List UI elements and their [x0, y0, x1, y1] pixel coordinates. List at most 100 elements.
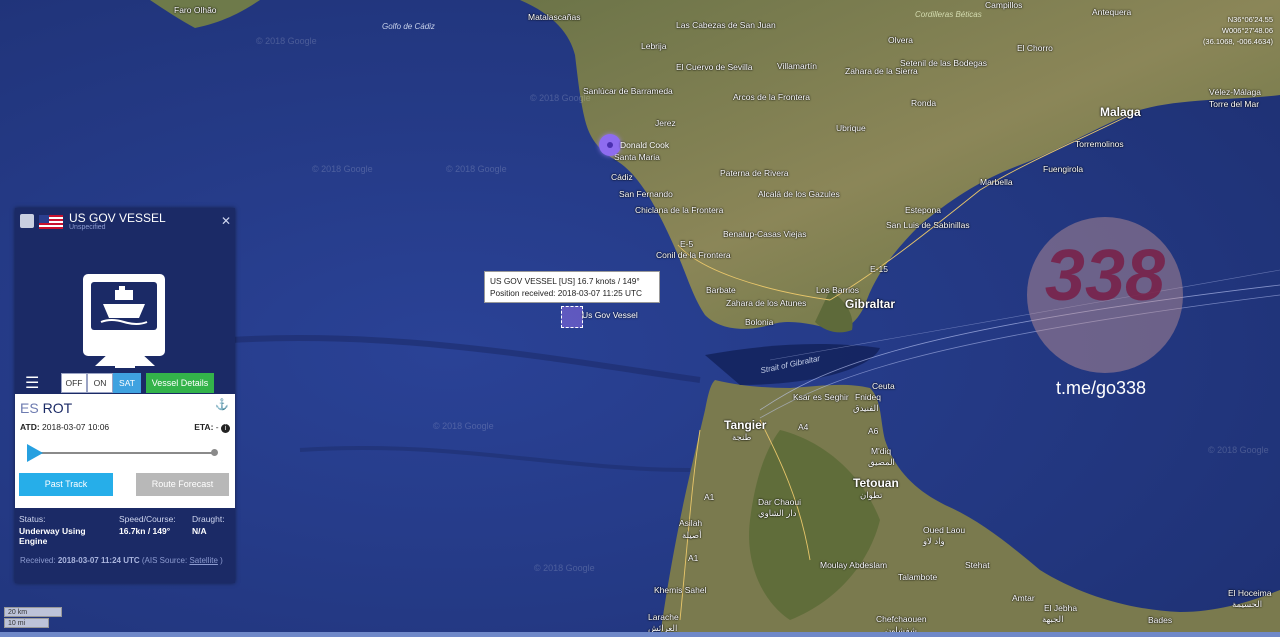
ais-sat-button[interactable]: SAT — [113, 373, 141, 393]
map-label-setenil: Setenil de las Bodegas — [900, 58, 987, 68]
destination-country: ES — [20, 400, 39, 416]
vessel-marker-selected[interactable] — [561, 306, 583, 328]
watermark-channel: t.me/go338 — [1056, 378, 1147, 398]
anchor-question-icon[interactable]: ⚓ — [215, 398, 229, 411]
watermark-number: 338 — [1044, 236, 1166, 316]
coord-lat: N36°06'24.55 — [1227, 15, 1273, 24]
info-icon[interactable]: i — [221, 424, 230, 433]
vessel-label-selected[interactable]: Us Gov Vessel — [582, 310, 638, 320]
map-label-matalascanas: Matalascañas — [528, 12, 581, 22]
vessel-type: Unspecified — [69, 224, 106, 231]
voyage-progress-bar — [27, 444, 218, 462]
google-watermark: © 2018 Google — [530, 93, 591, 103]
received-value: 2018-03-07 11:24 UTC — [57, 556, 140, 565]
speed-stat: Speed/Course: 16.7kn / 149° — [119, 514, 191, 536]
draught-label: Draught: — [192, 514, 225, 524]
ais-source-prefix: (AIS Source: — [141, 556, 188, 565]
map-label-benalup: Benalup-Casas Viejas — [723, 229, 807, 239]
map-label-talambote: Talambote — [898, 572, 938, 582]
atd-label: ATD: — [20, 422, 40, 432]
map-label-ubrique: Ubrique — [836, 123, 866, 133]
map-label-eljebha-ar: الجبهة — [1042, 614, 1064, 624]
ais-off-button[interactable]: OFF — [61, 373, 87, 393]
google-watermark: © 2018 Google — [446, 164, 507, 174]
vessel-label-donald-cook[interactable]: Donald Cook — [620, 140, 669, 150]
map-label-golfo: Golfo de Cádiz — [382, 22, 435, 31]
status-stat: Status: Underway Using Engine — [19, 514, 114, 546]
map-label-oudlaou-ar: واد لاو — [923, 536, 945, 546]
eta-value: - — [215, 422, 219, 432]
map-scale: 20 km 10 mi — [4, 607, 62, 628]
received-label: Received: — [20, 556, 56, 565]
bottom-edge-bar — [0, 632, 1280, 637]
map-label-fnideq-ar: الفنيدق — [853, 403, 879, 413]
progress-end-dot — [211, 449, 218, 456]
destination: ES ROT — [20, 400, 72, 416]
speed-label: Speed/Course: — [119, 514, 176, 524]
map-label-paterna: Paterna de Rivera — [720, 168, 789, 178]
flag-icon[interactable] — [20, 214, 34, 228]
past-track-button[interactable]: Past Track — [19, 473, 113, 496]
map-label-chefchaouen: Chefchaouen — [876, 614, 927, 624]
ais-on-button[interactable]: ON — [87, 373, 113, 393]
speed-value: 16.7kn / 149° — [119, 526, 171, 536]
tooltip-line2: Position received: 2018-03-07 11:25 UTC — [490, 288, 643, 298]
map-label-khemis: Khemis Sahel — [654, 585, 707, 595]
vessel-photo-placeholder — [15, 236, 235, 376]
map-label-stehat: Stehat — [965, 560, 990, 570]
route-forecast-button[interactable]: Route Forecast — [136, 473, 229, 496]
draught-value: N/A — [192, 526, 207, 536]
vessel-stats: Status: Underway Using Engine Speed/Cour… — [15, 508, 235, 553]
vessel-details-button[interactable]: Vessel Details — [146, 373, 214, 393]
map-label-mdiq-ar: المضيق — [868, 457, 895, 467]
map-label-campillos: Campillos — [985, 0, 1023, 10]
map-label-road-a1-2: A1 — [688, 553, 699, 563]
map-label-elcuervo: El Cuervo de Sevilla — [676, 62, 753, 72]
map-label-zahara: Zahara de los Atunes — [726, 298, 807, 308]
menu-icon[interactable]: ☰ — [25, 373, 39, 393]
coord-lon: W006°27'48.06 — [1221, 26, 1273, 35]
map-label-velez: Vélez-Málaga — [1209, 87, 1261, 97]
received-info: Received: 2018-03-07 11:24 UTC (AIS Sour… — [20, 555, 230, 567]
map-label-gibraltar: Gibraltar — [845, 297, 896, 311]
map-label-tetouan-ar: تطوان — [860, 490, 883, 500]
map-label-amtar: Amtar — [1012, 593, 1035, 603]
atd-value: 2018-03-07 10:06 — [42, 422, 110, 432]
map-label-estepona: Estepona — [905, 205, 941, 215]
vessel-marker-donald-cook[interactable] — [599, 134, 621, 156]
map-label-road-a4: A4 — [798, 422, 809, 432]
map-label-ronda: Ronda — [911, 98, 937, 108]
map-label-cordilleras: Cordilleras Béticas — [915, 10, 982, 19]
ais-source-link[interactable]: Satellite — [189, 556, 217, 565]
vessel-tooltip: US GOV VESSEL [US] 16.7 knots / 149° Pos… — [484, 271, 660, 303]
map-label-eljebha: El Jebha — [1044, 603, 1078, 613]
atd-row: ATD: 2018-03-07 10:06 — [20, 422, 109, 432]
map-label-lebrija: Lebrija — [641, 41, 667, 51]
map-label-darchaoui-ar: دار الشاوي — [758, 508, 797, 518]
map-label-faro: Faro Olhão — [174, 5, 217, 15]
map-label-fuengirola: Fuengirola — [1043, 164, 1084, 174]
google-watermark: © 2018 Google — [312, 164, 373, 174]
map-label-fnideq: Fnideq — [855, 392, 881, 402]
map-label-bolonia: Bolonia — [745, 317, 774, 327]
map-label-olvera: Olvera — [888, 35, 914, 45]
map-label-chiclana: Chiclana de la Frontera — [635, 205, 724, 215]
map-label-sanfernando: San Fernando — [619, 189, 673, 199]
coordinate-readout: N36°06'24.55 W006°27'48.06 (36.1068, -00… — [1193, 14, 1273, 47]
eta-row: ETA: - i — [194, 422, 230, 433]
map-label-elhoceima: El Hoceima — [1228, 588, 1272, 598]
map-label-asilah: Asilah — [679, 518, 703, 528]
coord-decimal: (36.1068, -006.4634) — [1202, 37, 1273, 46]
close-icon[interactable]: ✕ — [221, 214, 231, 228]
tooltip-line1: US GOV VESSEL [US] 16.7 knots / 149° — [490, 276, 640, 286]
map-label-tangier-ar: طنجة — [732, 432, 752, 442]
map-label-malaga: Malaga — [1100, 105, 1141, 119]
heading-arrow-icon — [95, 338, 155, 366]
voyage-section: ES ROT ⚓ ATD: 2018-03-07 10:06 ETA: - i … — [15, 394, 235, 508]
map-label-ksar: Ksar es Seghir — [793, 392, 849, 402]
map-label-marbella: Marbella — [980, 177, 1013, 187]
map-label-road-a1: A1 — [704, 492, 715, 502]
progress-start-arrow-icon — [27, 444, 43, 462]
scale-km: 20 km — [4, 607, 62, 617]
map-label-badis: Bades — [1148, 615, 1173, 625]
